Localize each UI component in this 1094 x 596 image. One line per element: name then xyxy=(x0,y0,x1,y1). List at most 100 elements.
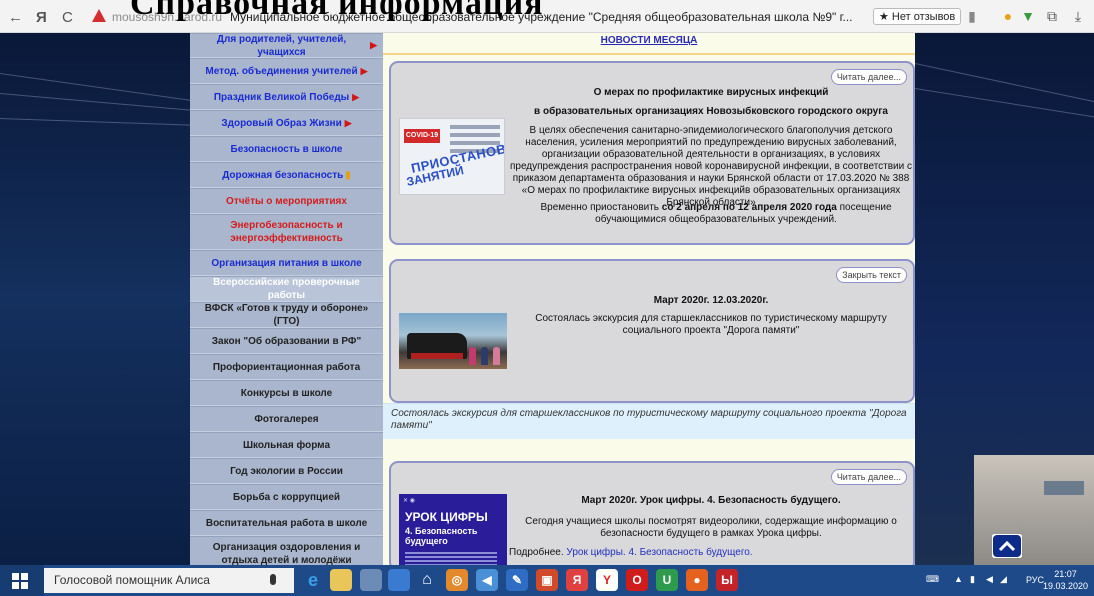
download-icon[interactable]: ⤓ xyxy=(1070,8,1086,24)
store-icon[interactable] xyxy=(388,569,410,591)
news-header[interactable]: НОВОСТИ МЕСЯЦА xyxy=(383,33,915,55)
card-subtitle: в образовательных организациях Новозыбко… xyxy=(534,106,888,117)
warning-icon xyxy=(92,9,106,22)
card-text: Состоялась экскурсия для старшекласснико… xyxy=(535,313,887,336)
arrow-right-icon: ▶ xyxy=(352,91,360,102)
more-link[interactable]: Урок цифры. 4. Безопасность будущего. xyxy=(566,547,752,558)
opera-icon[interactable]: O xyxy=(626,569,648,591)
news-card: Читать далее... О мерах по профилактике … xyxy=(389,61,915,245)
menu-label: Отчёты о мероприятиях xyxy=(226,195,347,207)
pdf-icon[interactable]: Ы xyxy=(716,569,738,591)
read-more-button[interactable]: Читать далее... xyxy=(830,69,907,85)
card-text: В целях обеспечения санитарно-эпидемиоло… xyxy=(509,125,913,208)
wire xyxy=(915,88,1094,121)
menu-label: Метод. объединения учителей xyxy=(205,65,358,77)
building-window xyxy=(1044,481,1084,495)
home-icon[interactable]: ⌂ xyxy=(416,569,438,591)
back-button[interactable]: ← xyxy=(8,9,23,26)
text-lines xyxy=(450,125,500,129)
bookmark-icon[interactable]: ▮ xyxy=(964,8,980,24)
card-text: Сегодня учащиеся школы посмотрят видеоро… xyxy=(525,516,897,539)
download-helper-icon[interactable]: ▼ xyxy=(1020,8,1036,24)
menu-item-victory[interactable]: Праздник Великой Победы ▶ xyxy=(190,84,383,110)
person xyxy=(493,347,500,365)
menu-item-road[interactable]: Дорожная безопасность ▮ xyxy=(190,162,383,188)
menu-label: Конкурсы в школе xyxy=(240,387,333,399)
yandex-app-icon[interactable]: Я xyxy=(566,569,588,591)
date-range: со 2 апреля по 12 апреля 2020 года xyxy=(661,202,837,213)
menu-item-recreation[interactable]: Организация оздоровления и отдыха детей … xyxy=(190,536,383,565)
menu-label: Всероссийские проверочные работы xyxy=(213,277,360,301)
torrent-icon[interactable]: U xyxy=(656,569,678,591)
taskbar: Голосовой помощник Алиса e ⌂ ◎ ◀ ✎ ▣ Я Y… xyxy=(0,565,1094,596)
menu-item-law[interactable]: Закон "Об образовании в РФ" xyxy=(190,328,383,354)
edge-icon[interactable]: e xyxy=(302,569,324,591)
news-card: Закрыть текст Март 2020г. 12.03.2020г. С… xyxy=(389,259,915,403)
menu-label: Организация питания в школе xyxy=(211,257,362,269)
close-text-button[interactable]: Закрыть текст xyxy=(836,267,907,283)
windows-icon xyxy=(12,573,28,589)
menu-item-gto[interactable]: ВФСК «Готов к труду и обороне» (ГТО) xyxy=(190,302,383,328)
language-indicator[interactable]: РУС xyxy=(1026,575,1044,585)
explorer-icon[interactable] xyxy=(330,569,352,591)
extension-icon[interactable]: ● xyxy=(1000,8,1016,24)
headphones-icon[interactable]: ◎ xyxy=(446,569,468,591)
menu-label: Год экологии в России xyxy=(230,465,343,477)
menu-item-ecology[interactable]: Год экологии в России xyxy=(190,458,383,484)
start-button[interactable] xyxy=(0,565,44,596)
menu-item-contests[interactable]: Конкурсы в школе xyxy=(190,380,383,406)
text-fragment: Временно приостановить xyxy=(540,202,662,213)
menu-label: Закон "Об образовании в РФ" xyxy=(211,335,362,347)
tabs-icon[interactable]: ⧉ xyxy=(1044,8,1060,24)
wire xyxy=(915,63,1094,106)
traffic-light-icon: ▮ xyxy=(345,169,351,181)
menu-item-uniform[interactable]: Школьная форма xyxy=(190,432,383,458)
sound-app-icon[interactable]: ◀ xyxy=(476,569,498,591)
menu-label: ВФСК «Готов к труду и обороне» (ГТО) xyxy=(204,303,369,327)
signal-icon[interactable]: ◢ xyxy=(1000,574,1007,585)
menu-item-career[interactable]: Профориентационная работа xyxy=(190,354,383,380)
menu-label: Воспитательная работа в школе xyxy=(205,517,368,529)
card-footer-text: Состоялась экскурсия для старшекласснико… xyxy=(383,403,915,439)
menu-item-health[interactable]: Здоровый Образ Жизни ▶ xyxy=(190,110,383,136)
presentation-icon[interactable]: ▣ xyxy=(536,569,558,591)
reviews-button[interactable]: ★ Нет отзывов xyxy=(873,8,962,25)
menu-item-energy[interactable]: Энергобезопасность и энергоэффективность xyxy=(190,214,383,250)
yandex-button[interactable]: Я xyxy=(36,9,47,26)
read-more-button[interactable]: Читать далее... xyxy=(830,469,907,485)
clock[interactable]: 21:07 19.03.2020 xyxy=(1043,568,1088,592)
covid-badge: COVID-19 xyxy=(404,129,440,143)
menu-item-method[interactable]: Метод. объединения учителей ▶ xyxy=(190,58,383,84)
menu-label: Фотогалерея xyxy=(254,413,319,425)
volume-icon[interactable]: ◀ xyxy=(986,574,993,585)
menu-item-corruption[interactable]: Борьба с коррупцией xyxy=(190,484,383,510)
menu-item-parents[interactable]: Для родителей, учителей, учащихся ▶ xyxy=(190,33,383,58)
menu-item-education[interactable]: Воспитательная работа в школе xyxy=(190,510,383,536)
menu-item-safety[interactable]: Безопасность в школе xyxy=(190,136,383,162)
menu-label: Энергобезопасность и энергоэффективность xyxy=(230,220,343,244)
notes-icon[interactable]: ✎ xyxy=(506,569,528,591)
background-left xyxy=(0,33,190,565)
menu-item-gallery[interactable]: Фотогалерея xyxy=(190,406,383,432)
tasks-icon[interactable] xyxy=(360,569,382,591)
menu-label: Организация оздоровления и отдыха детей … xyxy=(212,542,361,565)
scroll-top-button[interactable] xyxy=(992,534,1022,558)
keyboard-icon[interactable]: ⌨ xyxy=(926,574,939,585)
yandex-browser-icon[interactable]: Y xyxy=(596,569,618,591)
network-icon[interactable]: ▮ xyxy=(970,574,975,585)
menu-item-food[interactable]: Организация питания в школе xyxy=(190,250,383,276)
tray-arrow-icon[interactable]: ▲ xyxy=(954,574,963,584)
voice-assistant-search[interactable]: Голосовой помощник Алиса xyxy=(44,568,294,593)
microphone-icon[interactable] xyxy=(270,574,276,585)
firefox-icon[interactable]: ● xyxy=(686,569,708,591)
reload-button[interactable]: C xyxy=(62,9,73,26)
arrow-right-icon: ▶ xyxy=(360,65,368,76)
card-title: О мерах по профилактике вирусных инфекци… xyxy=(593,87,829,98)
card-title: Март 2020г. Урок цифры. 4. Безопасность … xyxy=(581,495,841,506)
menu-label: Здоровый Образ Жизни xyxy=(221,117,342,129)
menu-item-vpr[interactable]: Всероссийские проверочные работы xyxy=(190,276,383,302)
overlay-heading: Справочная информация xyxy=(130,0,544,22)
menu-item-reports[interactable]: Отчёты о мероприятиях xyxy=(190,188,383,214)
text-lines xyxy=(405,552,497,554)
wire xyxy=(0,73,190,102)
